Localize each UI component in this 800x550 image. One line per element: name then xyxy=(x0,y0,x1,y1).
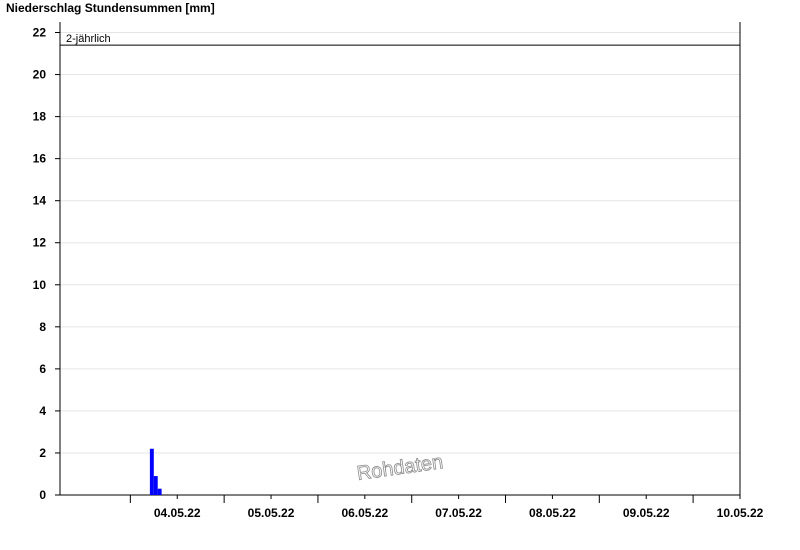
y-tick-label: 20 xyxy=(33,68,47,82)
y-tick-label: 12 xyxy=(33,236,47,250)
precipitation-bar xyxy=(153,476,158,495)
reference-line-label: 2-jährlich xyxy=(66,33,111,45)
x-tick-label: 09.05.22 xyxy=(623,506,670,520)
y-tick-label: 22 xyxy=(33,26,47,40)
y-tick-label: 18 xyxy=(33,110,47,124)
precipitation-bar xyxy=(149,448,154,495)
y-tick-label: 4 xyxy=(39,404,46,418)
y-tick-label: 0 xyxy=(39,488,46,502)
y-tick-label: 8 xyxy=(39,320,46,334)
x-tick-label: 06.05.22 xyxy=(341,506,388,520)
x-tick-label: 10.05.22 xyxy=(717,506,764,520)
y-tick-label: 16 xyxy=(33,152,47,166)
x-tick-label: 05.05.22 xyxy=(248,506,295,520)
precipitation-bar xyxy=(157,488,162,495)
x-tick-label: 07.05.22 xyxy=(435,506,482,520)
y-tick-label: 2 xyxy=(39,446,46,460)
y-tick-label: 6 xyxy=(39,362,46,376)
y-tick-label: 14 xyxy=(33,194,47,208)
y-tick-label: 10 xyxy=(33,278,47,292)
x-tick-label: 08.05.22 xyxy=(529,506,576,520)
watermark-text: Rohdaten xyxy=(356,451,445,485)
precipitation-chart: 0 2 4 6 8 10 12 14 16 18 20 22 04.05.22 05.05.22 06.05… xyxy=(33,22,764,520)
x-tick-label: 04.05.22 xyxy=(154,506,201,520)
